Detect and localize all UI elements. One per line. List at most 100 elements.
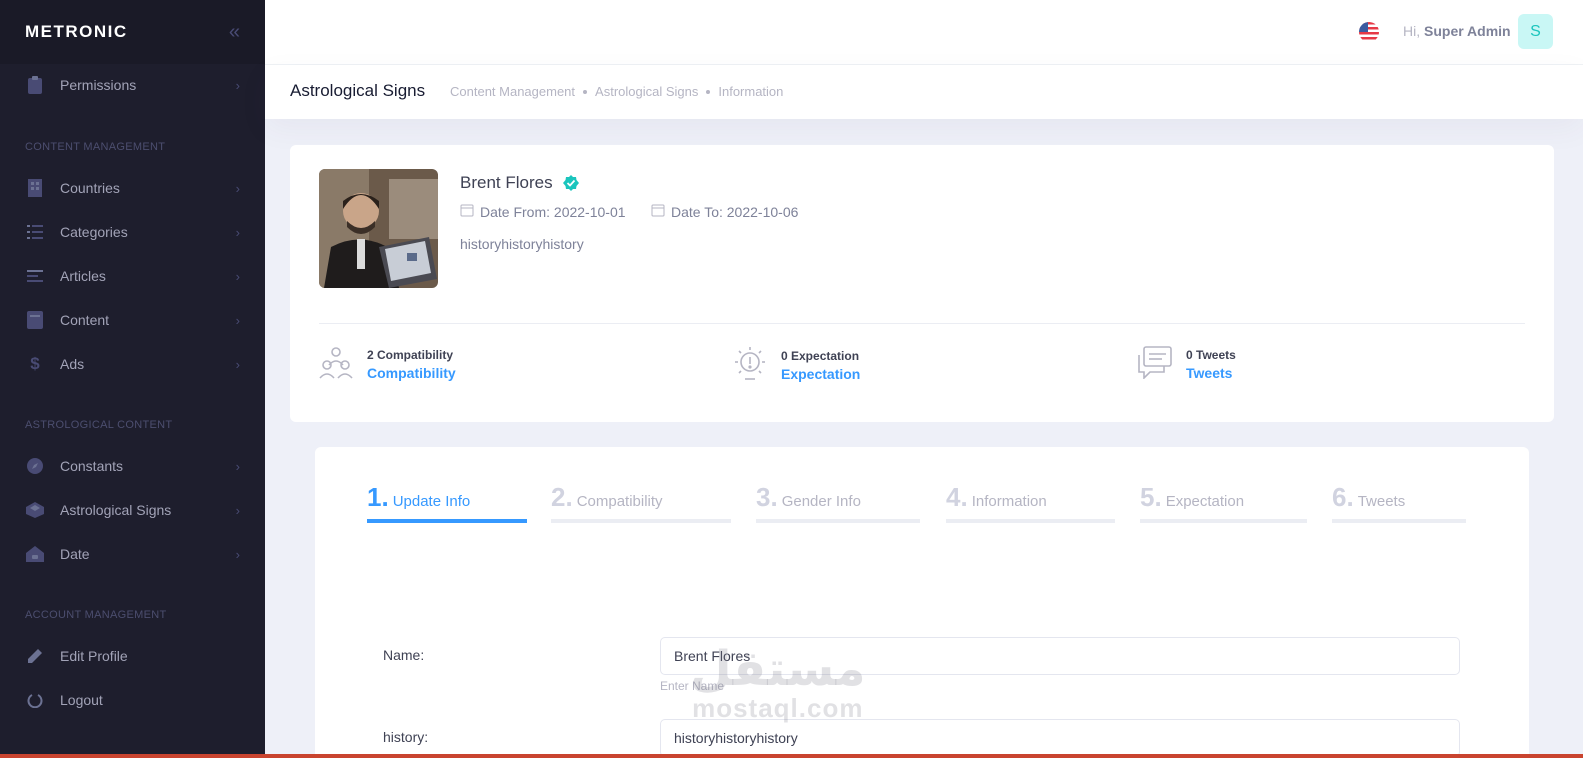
stat-expectation: 0 Expectation Expectation: [733, 345, 860, 386]
verified-badge-icon: [562, 175, 579, 191]
breadcrumb-item[interactable]: Content Management: [450, 84, 575, 99]
step-number: 4.: [946, 482, 968, 512]
stat-text: 0 Expectation Expectation: [781, 349, 860, 382]
chevron-right-icon: ›: [235, 356, 240, 372]
watermark-latin: mostaql.com: [692, 693, 864, 723]
step-number: 2.: [551, 482, 573, 512]
brand-bar: METRONIC «: [0, 0, 265, 64]
watermark-arabic: مستقل: [690, 641, 866, 697]
section-title-content-management: CONTENT MANAGEMENT: [25, 141, 166, 153]
profile-photo: [319, 169, 438, 288]
step-label: Update Info: [392, 493, 471, 510]
wizard-step-gender-info[interactable]: 3. Gender Info: [756, 482, 920, 523]
document-icon: [25, 310, 45, 330]
sidebar-item-astrological-signs[interactable]: Astrological Signs ›: [0, 488, 265, 532]
chevron-right-icon: ›: [235, 312, 240, 328]
power-icon: [25, 690, 45, 710]
sidebar-item-label: Countries: [60, 180, 120, 196]
watermark: مستقل mostaql.com: [690, 645, 866, 724]
building-icon: [25, 178, 45, 198]
pencil-icon: [25, 646, 45, 666]
section-title-astrological-content: ASTROLOGICAL CONTENT: [25, 419, 173, 431]
sidebar-item-label: Categories: [60, 224, 128, 240]
chevron-right-icon: ›: [235, 502, 240, 518]
tweets-link[interactable]: Tweets: [1186, 365, 1236, 381]
sidebar-item-countries[interactable]: Countries ›: [0, 166, 265, 210]
wizard-step-tweets[interactable]: 6. Tweets: [1332, 482, 1466, 523]
chevron-right-icon: ›: [235, 77, 240, 93]
step-number: 3.: [756, 482, 778, 512]
date-from-text: Date From: 2022-10-01: [480, 203, 626, 220]
chevron-right-icon: ›: [235, 180, 240, 196]
wizard-card: 1. Update Info 2. Compatibility 3. Gender I…: [315, 447, 1529, 758]
sidebar-item-label: Articles: [60, 268, 106, 284]
stat-text: 0 Tweets Tweets: [1186, 348, 1236, 381]
sidebar-item-label: Date: [60, 546, 90, 562]
page-title: Astrological Signs: [290, 81, 426, 100]
text-lines-icon: [25, 266, 45, 286]
sidebar: METRONIC « Permissions › CONTENT MANAGEM…: [0, 0, 265, 758]
breadcrumb-separator: [583, 89, 588, 94]
sidebar-item-logout[interactable]: Logout: [0, 678, 265, 722]
name-label: Name:: [383, 647, 425, 663]
sidebar-item-label: Logout: [60, 692, 103, 708]
bottom-strip: [0, 754, 1583, 758]
sidebar-item-edit-profile[interactable]: Edit Profile: [0, 634, 265, 678]
step-number: 6.: [1332, 482, 1354, 512]
sidebar-item-articles[interactable]: Articles ›: [0, 254, 265, 298]
chevron-right-icon: ›: [235, 458, 240, 474]
sidebar-item-label: Astrological Signs: [60, 502, 172, 518]
stat-count: 0 Tweets: [1186, 348, 1236, 362]
wizard-step-update-info[interactable]: 1. Update Info: [367, 482, 527, 523]
sidebar-item-categories[interactable]: Categories ›: [0, 210, 265, 254]
clipboard-icon: [25, 75, 45, 95]
stat-count: 2 Compatibility: [367, 348, 454, 362]
sidebar-item-label: Edit Profile: [60, 648, 128, 664]
sidebar-item-label: Permissions: [60, 77, 137, 93]
compatibility-link[interactable]: Compatibility: [367, 365, 456, 381]
sidebar-item-label: Constants: [60, 458, 124, 474]
history-label: history:: [383, 729, 429, 745]
calendar-icon: [460, 203, 474, 220]
wizard-step-compatibility[interactable]: 2. Compatibility: [551, 482, 731, 523]
expectation-link[interactable]: Expectation: [781, 366, 860, 382]
breadcrumb-item[interactable]: Astrological Signs: [595, 84, 698, 99]
history-input[interactable]: [660, 719, 1460, 757]
users-icon: [319, 345, 353, 384]
dollar-icon: $: [30, 354, 40, 373]
breadcrumb-separator: [706, 89, 711, 94]
wizard-step-information[interactable]: 4. Information: [946, 482, 1115, 523]
profile-card: Brent Flores Date From: 2022-10-01 Date …: [290, 145, 1554, 422]
sidebar-item-content[interactable]: Content ›: [0, 298, 265, 342]
chevron-right-icon: ›: [235, 268, 240, 284]
sidebar-item-ads[interactable]: $ Ads ›: [0, 342, 265, 386]
wizard-step-expectation[interactable]: 5. Expectation: [1140, 482, 1307, 523]
subheader: Astrological Signs Content Management As…: [265, 65, 1583, 119]
profile-name: Brent Flores: [460, 173, 553, 192]
sidebar-item-date[interactable]: Date ›: [0, 532, 265, 576]
stat-count: 0 Expectation: [781, 349, 860, 363]
chevron-right-icon: ›: [235, 224, 240, 240]
step-label: Gender Info: [781, 493, 861, 510]
step-number: 1.: [367, 482, 389, 512]
step-label: Information: [971, 493, 1047, 510]
double-chevron-left-icon[interactable]: «: [229, 21, 240, 44]
divider: [319, 323, 1525, 324]
brand-logo[interactable]: METRONIC: [25, 22, 128, 42]
calendar-icon: [651, 203, 665, 220]
sidebar-item-constants[interactable]: Constants ›: [0, 444, 265, 488]
user-greeting[interactable]: Hi, Super Admin: [1403, 23, 1511, 39]
section-title-account-management: ACCOUNT MANAGEMENT: [25, 609, 167, 621]
stat-text: 2 Compatibility Compatibility: [367, 348, 456, 381]
sidebar-item-label: Ads: [60, 356, 85, 372]
user-avatar[interactable]: S: [1518, 14, 1553, 49]
sidebar-item-permissions[interactable]: Permissions ›: [0, 63, 265, 107]
sidebar-item-label: Content: [60, 312, 110, 328]
chevron-right-icon: ›: [235, 546, 240, 562]
step-label: Tweets: [1357, 493, 1406, 510]
breadcrumb-item[interactable]: Information: [718, 84, 783, 99]
profile-description: historyhistoryhistory: [460, 236, 584, 252]
step-number: 5.: [1140, 482, 1162, 512]
us-flag-icon[interactable]: [1359, 22, 1379, 42]
chat-icon: [1138, 345, 1172, 384]
